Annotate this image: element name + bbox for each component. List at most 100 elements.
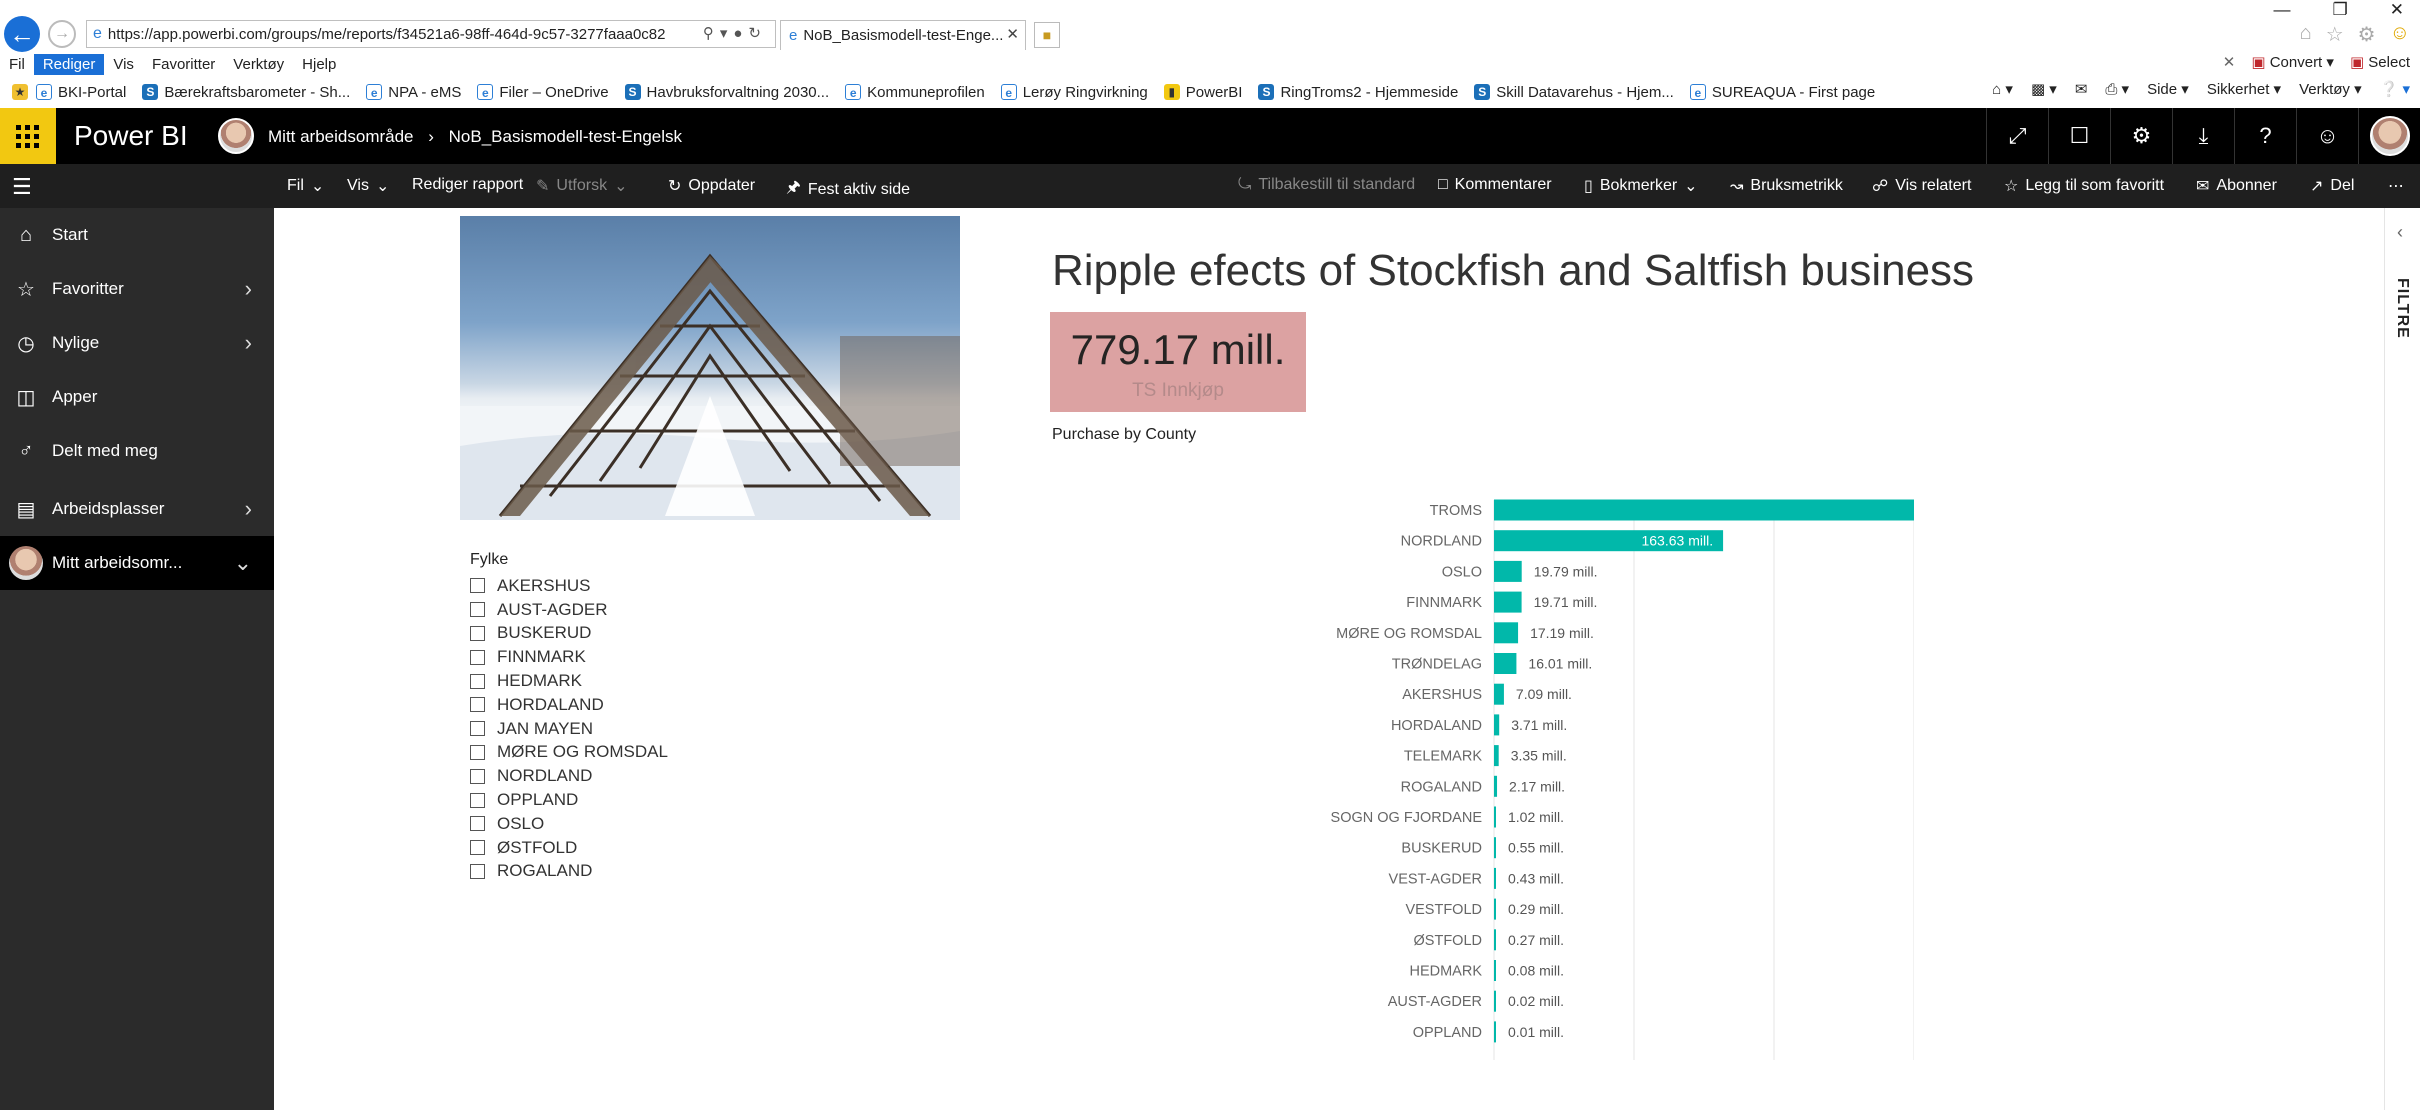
app-launcher-icon[interactable] [0,108,56,164]
checkbox[interactable] [470,840,485,856]
checkbox[interactable] [470,721,485,737]
restore-icon[interactable]: ❐ [2333,0,2348,20]
slicer-item[interactable]: BUSKERUD [470,622,790,646]
checkbox[interactable] [470,602,485,618]
new-tab-button[interactable]: ■ [1034,22,1060,48]
mail-icon[interactable]: ✉ [2075,80,2088,98]
bar[interactable] [1494,745,1499,767]
breadcrumb-report[interactable]: NoB_Basismodell-test-Engelsk [449,127,682,146]
more-options-icon[interactable]: ⋯ [2388,176,2404,196]
toolbar-view[interactable]: Vis ⌄ [347,176,389,196]
slicer-item[interactable]: ØSTFOLD [470,836,790,860]
bar[interactable] [1494,560,1522,582]
command-sikkerhet[interactable]: Sikkerhet ▾ [2207,80,2281,98]
nav-workspaces[interactable]: ▤ Arbeidsplasser › [0,482,274,536]
address-tools-icon[interactable]: ⚲▾●↻ [703,24,767,42]
home-icon[interactable]: ⌂ [2300,22,2312,47]
close-window-icon[interactable]: ✕ [2390,0,2404,20]
checkbox[interactable] [470,697,485,713]
kpi-card[interactable]: 779.17 mill. TS Innkjøp [1050,312,1306,412]
help-icon[interactable]: ❔ ▾ [2380,80,2410,98]
slicer-item[interactable]: FINNMARK [470,645,790,669]
fav-item[interactable]: e Kommuneprofilen [845,84,985,101]
fav-item[interactable]: S RingTroms2 - Hjemmeside [1258,84,1458,101]
menu-hjelp[interactable]: Hjelp [293,54,345,75]
toolbar-file[interactable]: Fil ⌄ [287,176,324,196]
fav-item[interactable]: e NPA - eMS [366,84,461,101]
bar[interactable] [1494,591,1522,613]
fav-item[interactable]: S Havbruksforvaltning 2030... [624,84,829,101]
bookmarks-button[interactable]: ▯ Bokmerker ⌄ [1584,176,1698,196]
bar[interactable] [1494,622,1519,644]
nav-apps[interactable]: ◫ Apper [0,370,274,424]
fav-item[interactable]: S Skill Datavarehus - Hjem... [1474,84,1674,101]
nav-start[interactable]: ⌂ Start [0,208,274,262]
fav-item[interactable]: e SUREAQUA - First page [1689,84,1875,101]
powerbi-brand[interactable]: Power BI [74,120,188,152]
menu-rediger[interactable]: Rediger [33,53,105,75]
back-arrow-icon[interactable]: ← [4,16,40,52]
chevron-left-icon[interactable]: ‹ [2397,222,2403,243]
checkbox[interactable] [470,816,485,832]
bar[interactable] [1494,960,1496,981]
fullscreen-icon[interactable]: ⤢ [1986,108,2048,164]
bar[interactable] [1494,499,1914,521]
breadcrumb-workspace[interactable]: Mitt arbeidsområde [268,127,414,146]
fav-item[interactable]: e Lerøy Ringvirkning [1000,84,1148,101]
settings-gear-icon[interactable]: ⚙ [2110,108,2172,164]
command-home-icon[interactable]: ⌂ ▾ [1992,80,2013,98]
slicer-item[interactable]: NORDLAND [470,764,790,788]
slicer-item[interactable]: AUST-AGDER [470,598,790,622]
usage-metrics-button[interactable]: ↝ Bruksmetrikk [1730,176,1843,196]
bar[interactable] [1494,990,1496,1012]
menu-favoritter[interactable]: Favoritter [143,54,224,75]
pin-page-button[interactable]: 🖈 Fest aktiv side [786,176,910,203]
slicer-item[interactable]: ROGALAND [470,860,790,880]
reset-default-button[interactable]: ⤿ Tilbakestill til standard [1238,176,1415,194]
select-button[interactable]: ▣ Select [2350,53,2410,71]
hamburger-menu-icon[interactable]: ☰ [12,174,32,200]
checkbox[interactable] [470,578,485,594]
command-side[interactable]: Side ▾ [2147,80,2189,98]
fav-item[interactable]: e Filer – OneDrive [477,84,609,101]
menu-verktoy[interactable]: Verktøy [224,54,293,75]
menu-vis[interactable]: Vis [104,54,143,75]
convert-button[interactable]: ▣ Convert ▾ [2251,53,2334,71]
print-icon[interactable]: ⎙ ▾ [2105,80,2129,98]
fav-item[interactable]: ▮ PowerBI [1163,84,1242,101]
account-button[interactable] [2358,108,2420,164]
slicer-item[interactable]: HORDALAND [470,693,790,717]
slicer-item[interactable]: AKERSHUS [470,574,790,598]
bar[interactable] [1494,714,1500,736]
checkbox[interactable] [470,863,485,879]
feeds-icon[interactable]: ▩ ▾ [2031,80,2057,98]
favorites-star-icon[interactable]: ☆ [2326,22,2344,47]
smiley-icon[interactable]: ☺ [2390,22,2410,47]
forward-arrow-icon[interactable]: → [48,20,76,48]
slicer-item[interactable]: MØRE OG ROMSDAL [470,741,790,765]
browser-tab[interactable]: e NoB_Basismodell-test-Enge... ✕ [780,20,1026,50]
menu-fil[interactable]: Fil [0,54,34,75]
gear-icon[interactable]: ⚙ [2358,22,2376,47]
help-question-icon[interactable]: ? [2234,108,2296,164]
share-button[interactable]: ↗ Del [2310,176,2354,196]
purchase-by-county-chart[interactable]: 0.0 mrd.0.1 mrd.0.2 mrd.0.3 mrd.0.4 mrd.… [1014,448,1914,1068]
slicer-item[interactable]: OSLO [470,812,790,836]
address-bar[interactable]: e https://app.powerbi.com/groups/me/repo… [86,20,776,48]
add-favorite-button[interactable]: ☆ Legg til som favoritt [2004,176,2164,196]
bar[interactable] [1494,775,1498,797]
download-icon[interactable]: ⤓ [2172,108,2234,164]
fav-item[interactable]: e BKI-Portal [36,84,126,101]
chat-icon[interactable]: ☐ [2048,108,2110,164]
nav-favorites[interactable]: ☆ Favoritter › [0,262,274,316]
nav-shared[interactable]: ♂ Delt med meg [0,424,274,478]
command-verktoy[interactable]: Verktøy ▾ [2299,80,2362,98]
bar[interactable] [1494,1021,1496,1043]
explore-button[interactable]: ✎ Utforsk ⌄ [536,176,627,196]
nav-recent[interactable]: ◷ Nylige › [0,316,274,370]
checkbox[interactable] [470,649,485,665]
bar[interactable] [1494,806,1496,828]
slicer-item[interactable]: JAN MAYEN [470,717,790,741]
checkbox[interactable] [470,768,485,784]
edit-report-button[interactable]: Rediger rapport [412,176,523,194]
